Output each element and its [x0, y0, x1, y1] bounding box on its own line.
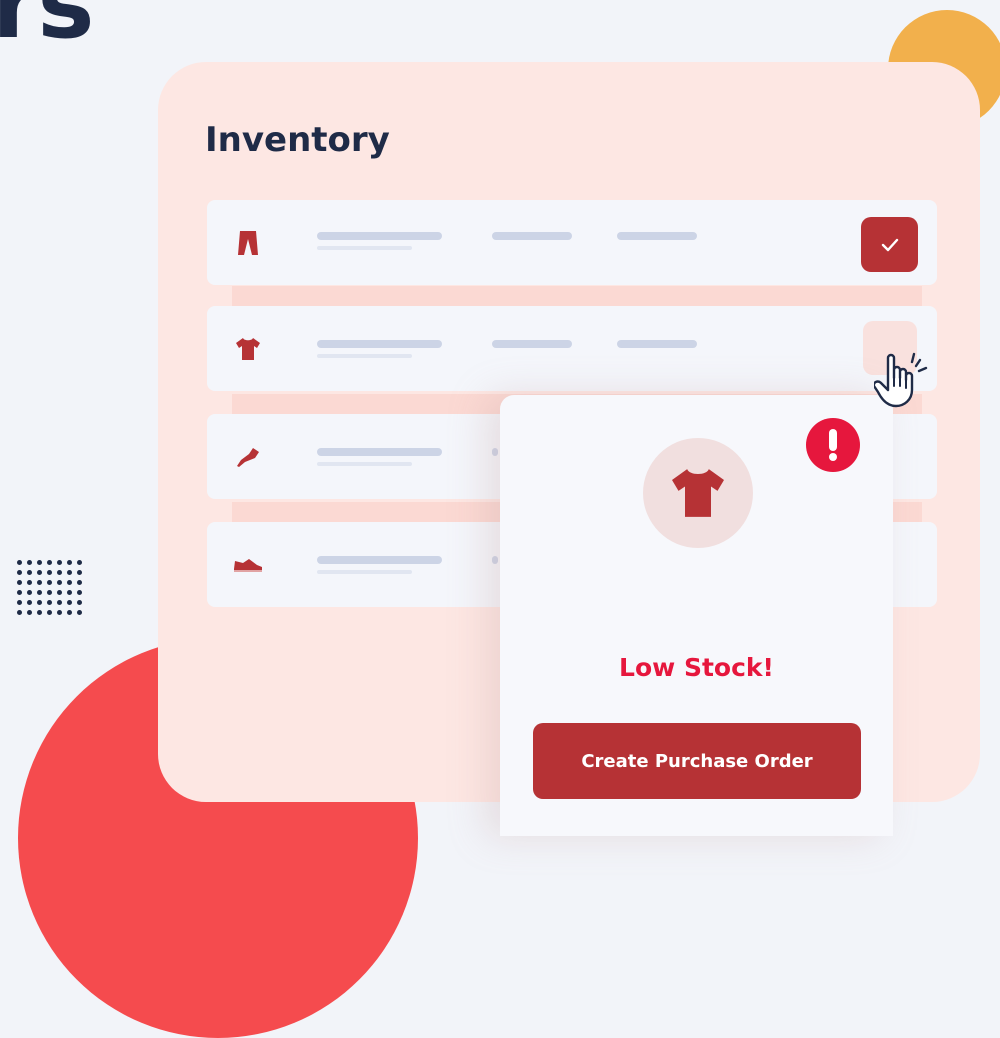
hand-cursor-icon	[872, 352, 938, 414]
inventory-row[interactable]	[207, 200, 937, 285]
placeholder-line	[317, 462, 412, 466]
exclamation-icon	[806, 418, 860, 472]
placeholder-line	[617, 232, 697, 240]
placeholder-line	[617, 340, 697, 348]
placeholder-line	[492, 556, 498, 564]
placeholder-line	[317, 246, 412, 250]
trousers-icon	[233, 228, 263, 258]
placeholder-line	[317, 448, 442, 456]
placeholder-line	[492, 448, 498, 456]
placeholder-line	[317, 354, 412, 358]
product-avatar	[643, 438, 753, 548]
placeholder-line	[492, 232, 572, 240]
row-separator	[232, 286, 922, 306]
page-heading-fragment: rs	[0, 0, 94, 60]
tshirt-icon	[672, 469, 724, 517]
low-stock-message: Low Stock!	[619, 653, 774, 682]
create-purchase-order-button[interactable]: Create Purchase Order	[533, 723, 861, 799]
placeholder-line	[492, 340, 572, 348]
tshirt-icon	[233, 334, 263, 364]
heel-shoe-icon	[233, 442, 263, 472]
row-checkbox-checked[interactable]	[861, 217, 918, 272]
placeholder-line	[317, 570, 412, 574]
placeholder-line	[317, 232, 442, 240]
decorative-dot-grid	[17, 560, 84, 617]
inventory-row[interactable]	[207, 306, 937, 391]
placeholder-line	[317, 556, 442, 564]
checkmark-icon	[881, 238, 898, 251]
sneaker-icon	[233, 550, 263, 580]
placeholder-line	[317, 340, 442, 348]
inventory-title: Inventory	[205, 120, 390, 160]
